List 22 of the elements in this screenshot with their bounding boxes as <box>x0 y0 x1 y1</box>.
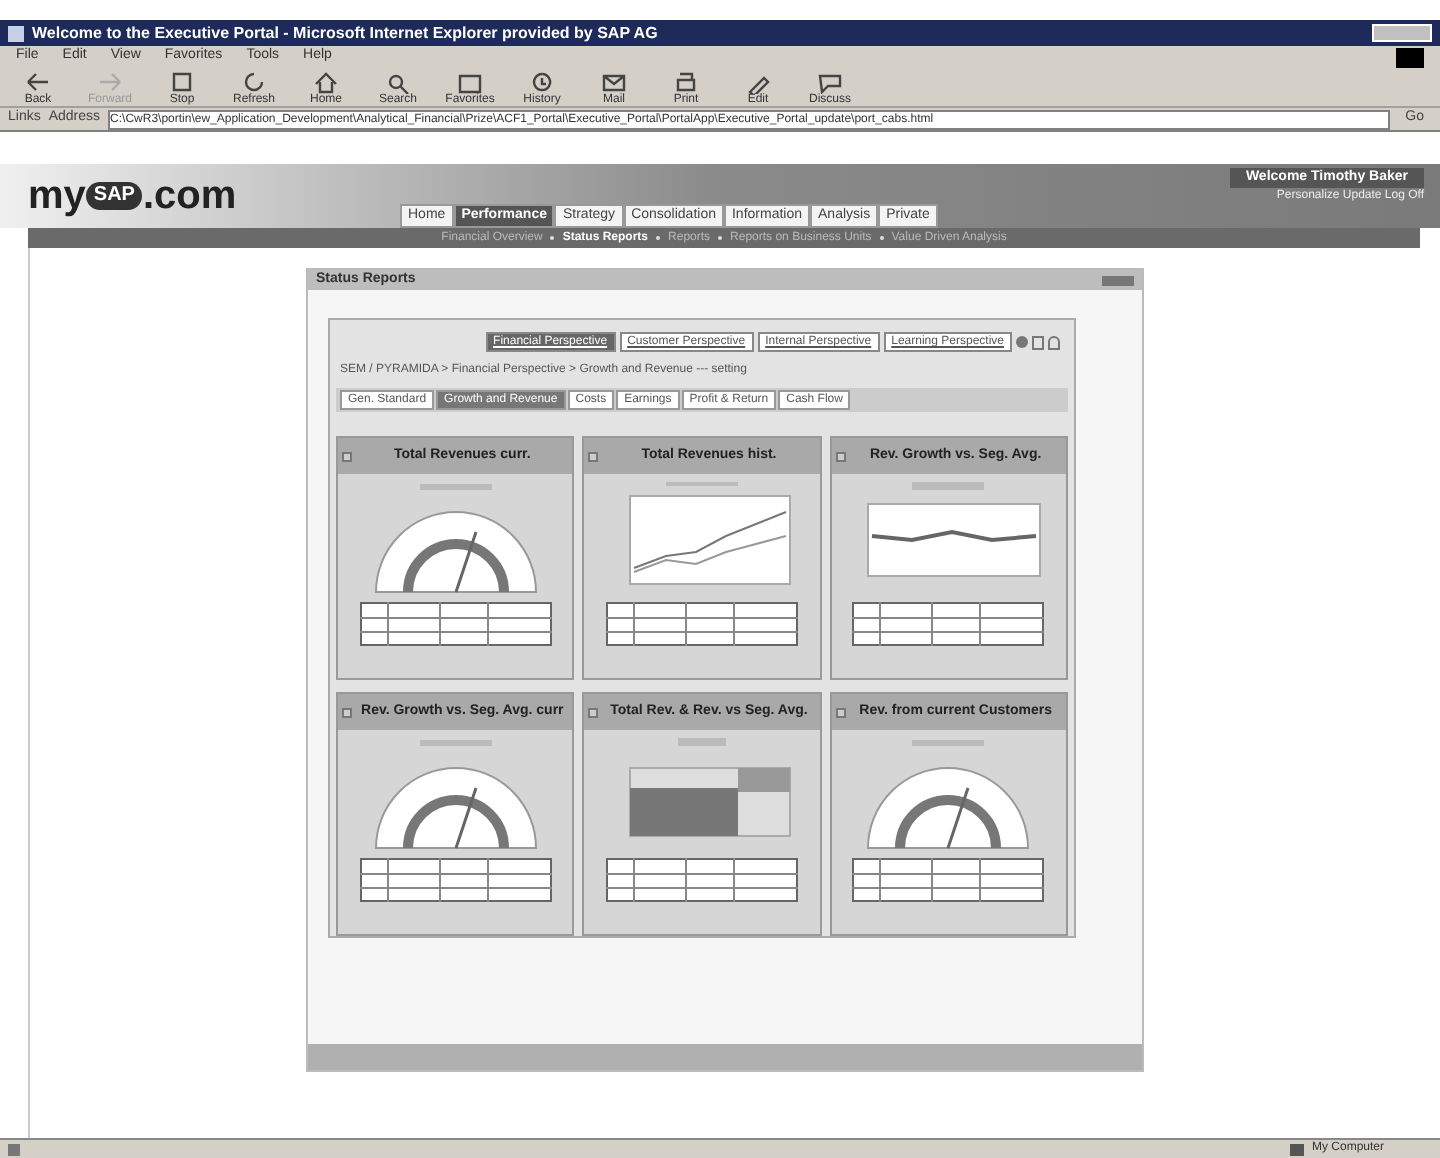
back-icon <box>24 70 52 94</box>
collapse-icon[interactable] <box>588 451 599 461</box>
search-icon <box>384 70 412 94</box>
collapse-icon[interactable] <box>835 451 846 461</box>
status-icon <box>8 1143 20 1155</box>
collapse-icon[interactable] <box>588 707 599 717</box>
favorites-icon <box>456 70 484 94</box>
stop-icon <box>168 70 196 94</box>
window-controls-icon[interactable] <box>1372 24 1432 42</box>
window-title: Welcome to the Executive Portal - Microsoft Internet Explorer provided by SAP AG <box>32 25 658 41</box>
portlet-controls-icon[interactable] <box>1102 275 1134 285</box>
discuss-icon <box>816 70 844 94</box>
home-icon <box>312 70 340 94</box>
document-icon[interactable] <box>1032 335 1044 349</box>
history-icon <box>528 70 556 94</box>
refresh-icon <box>240 70 268 94</box>
print-icon <box>672 70 700 94</box>
collapse-icon[interactable] <box>342 451 352 461</box>
browser-icon <box>8 25 24 41</box>
mail-icon <box>600 70 628 94</box>
collapse-icon[interactable] <box>835 707 846 717</box>
collapse-icon[interactable] <box>342 707 352 717</box>
